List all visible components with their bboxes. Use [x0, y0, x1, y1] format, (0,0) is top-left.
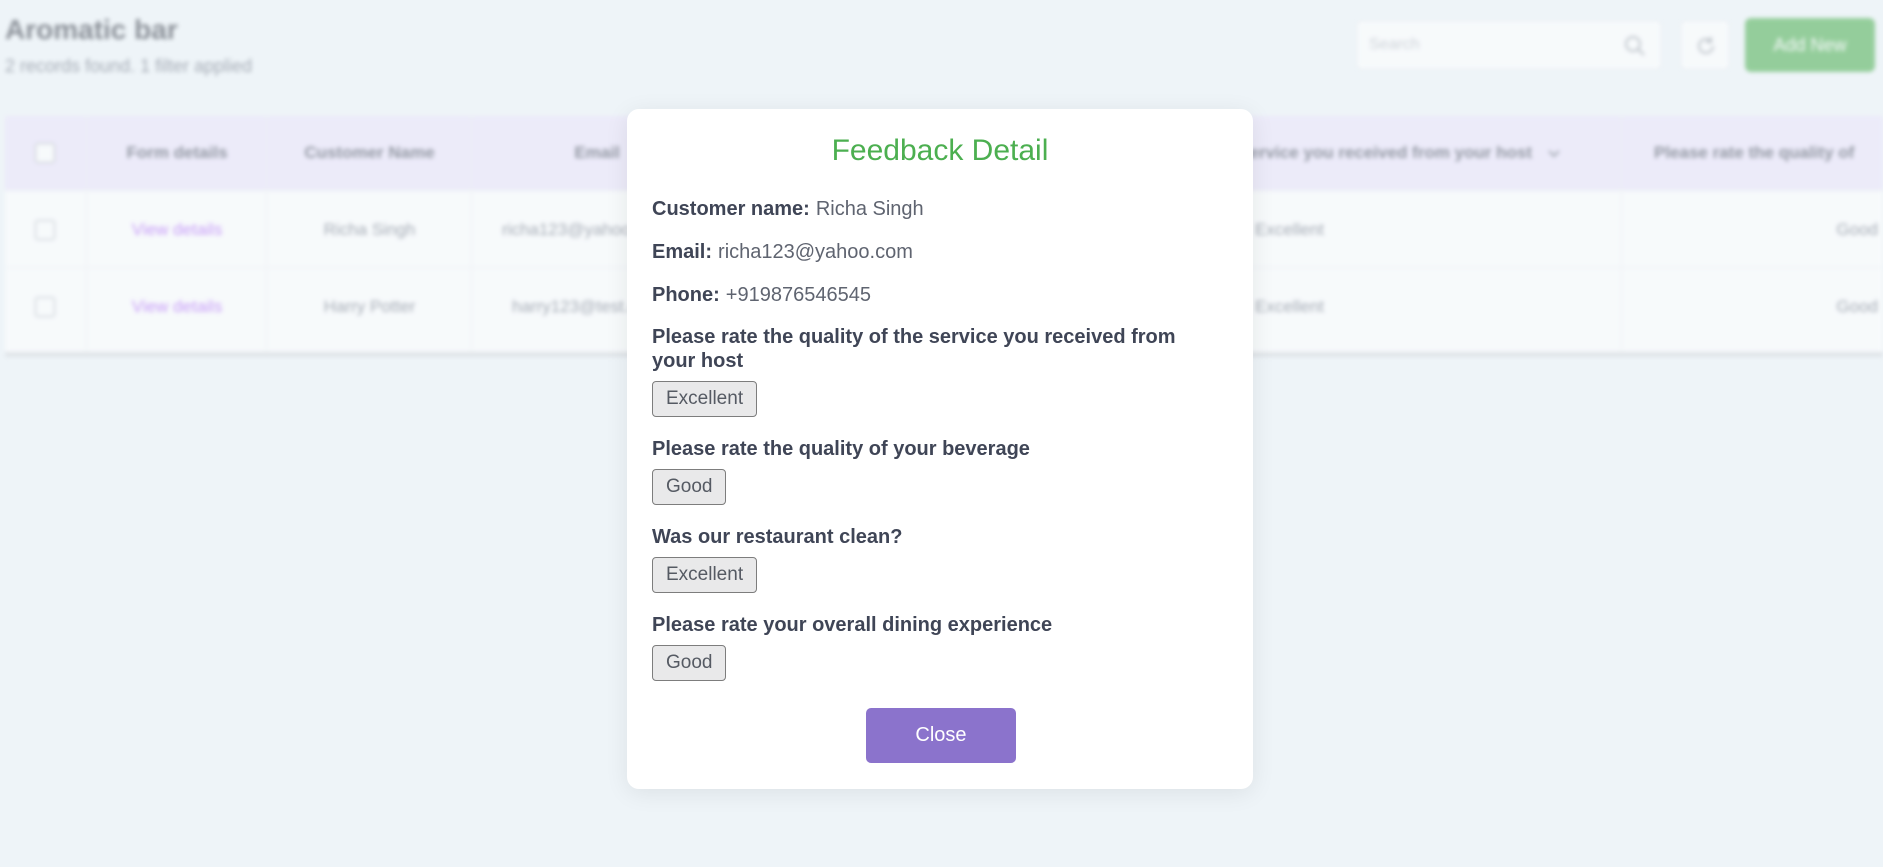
email-label: Email: — [652, 241, 713, 263]
records-count: 2 records found. 1 filter applied — [5, 56, 253, 76]
col-form-details[interactable]: Form details — [87, 116, 267, 190]
col-beverage-rating[interactable]: Please rate the quality of — [1622, 116, 1883, 190]
select-all-cell — [5, 116, 85, 190]
chevron-down-icon[interactable] — [1546, 145, 1562, 161]
question-overall: Please rate your overall dining experien… — [652, 614, 1053, 636]
phone-field: Phone: +919876546545 — [652, 284, 871, 307]
customer-name-cell: Richa Singh — [323, 219, 416, 239]
add-new-button[interactable]: Add New — [1745, 18, 1875, 72]
question-host: Please rate the quality of the service y… — [652, 326, 1176, 372]
question-beverage: Please rate the quality of your beverage — [652, 438, 1030, 460]
beverage-rating-cell: Good — [1836, 296, 1878, 316]
email-value: richa123@yahoo.com — [718, 241, 913, 263]
modal-title: Feedback Detail — [831, 134, 1049, 167]
answer-overall: Good — [652, 645, 727, 681]
view-details-link[interactable]: View details — [87, 268, 267, 345]
search-input[interactable]: Search — [1356, 20, 1662, 70]
search-icon — [1623, 34, 1647, 63]
col-customer-name[interactable]: Customer Name — [267, 116, 472, 190]
close-button[interactable]: Close — [866, 708, 1016, 763]
page-title: Aromatic bar — [5, 14, 178, 45]
phone-value: +919876546545 — [725, 284, 871, 306]
view-details-link[interactable]: View details — [87, 191, 267, 268]
answer-clean: Excellent — [652, 557, 758, 593]
customer-name-cell: Harry Potter — [323, 296, 416, 316]
customer-name-value: Richa Singh — [815, 198, 924, 220]
customer-name-label: Customer name: — [652, 198, 810, 220]
row-checkbox[interactable] — [35, 296, 55, 317]
answer-beverage: Good — [652, 469, 727, 505]
answer-host: Excellent — [652, 381, 758, 417]
customer-name-field: Customer name: Richa Singh — [652, 198, 924, 221]
refresh-button[interactable] — [1680, 20, 1730, 70]
row-checkbox[interactable] — [35, 219, 55, 240]
question-clean: Was our restaurant clean? — [652, 526, 903, 548]
select-all-checkbox[interactable] — [35, 143, 55, 163]
email-field: Email: richa123@yahoo.com — [652, 241, 913, 264]
refresh-icon — [1698, 37, 1714, 54]
search-placeholder: Search — [1369, 36, 1420, 53]
beverage-rating-cell: Good — [1836, 219, 1878, 239]
phone-label: Phone: — [652, 284, 720, 306]
